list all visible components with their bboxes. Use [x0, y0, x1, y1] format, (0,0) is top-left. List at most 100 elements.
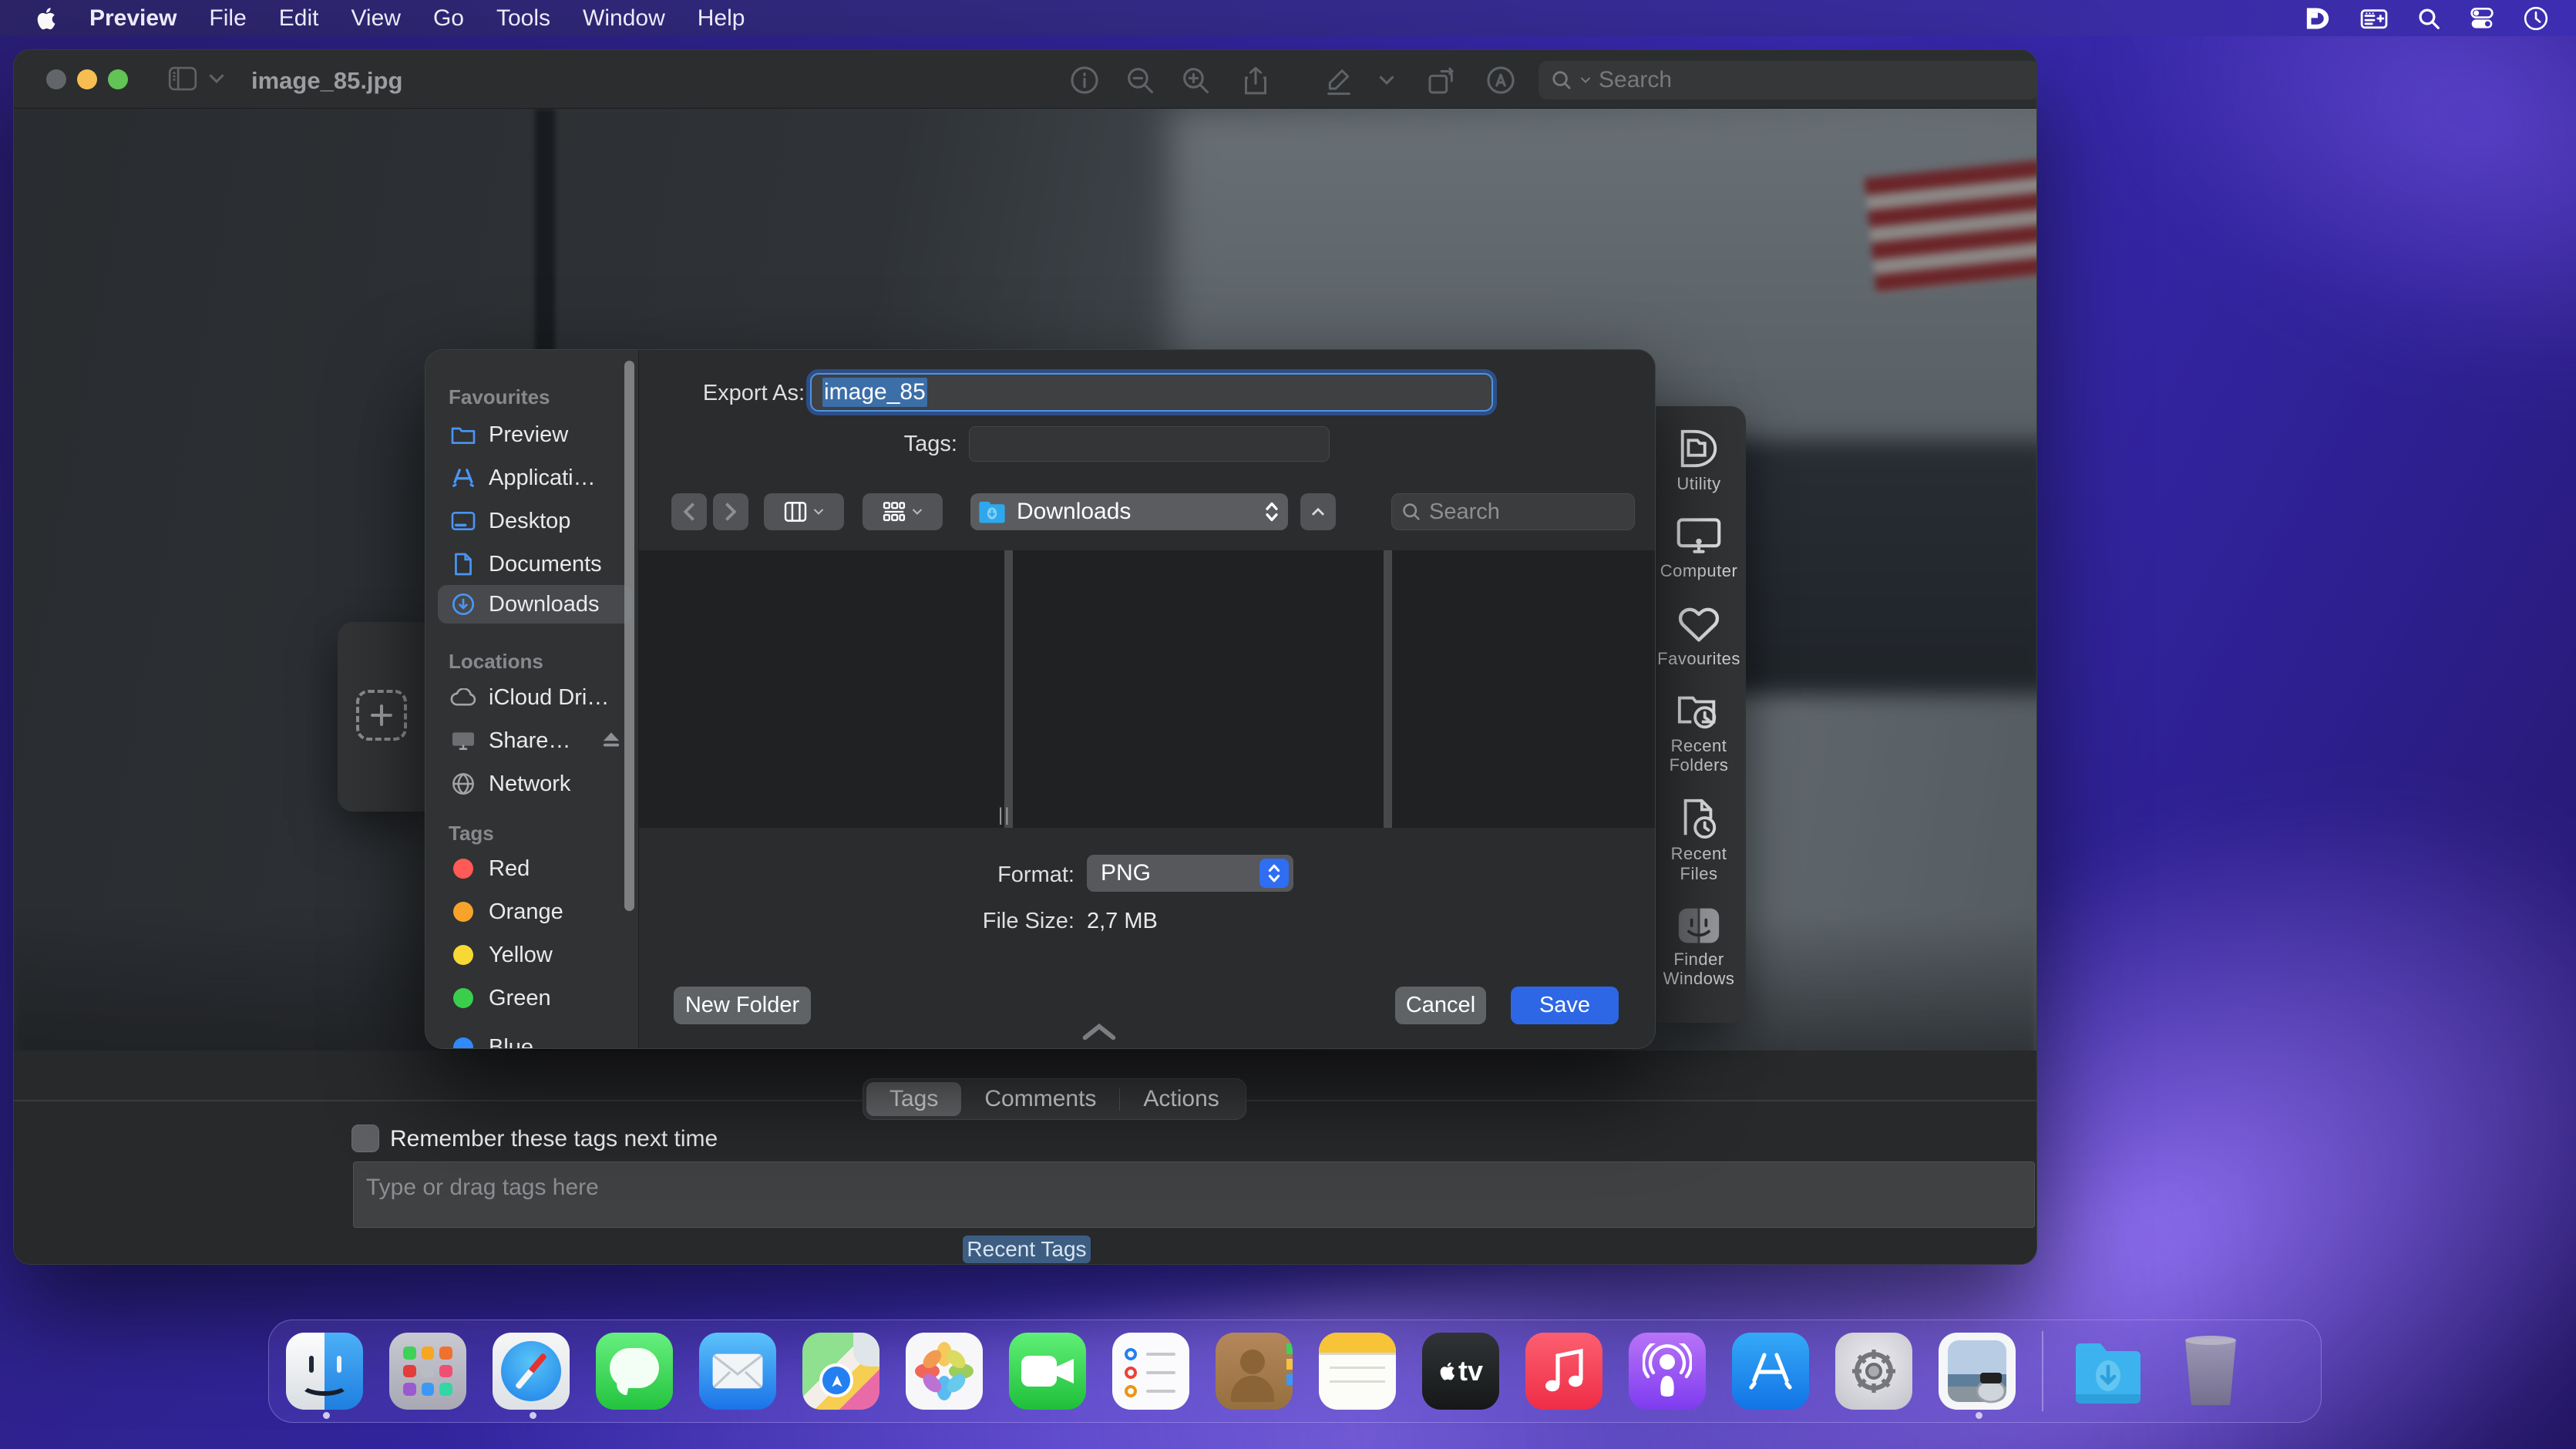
annotate-icon[interactable] [1486, 66, 1515, 99]
dock-mail-icon[interactable] [699, 1333, 776, 1410]
menu-edit[interactable]: Edit [279, 5, 319, 32]
dock-music-icon[interactable] [1525, 1333, 1602, 1410]
forward-button[interactable] [713, 493, 748, 530]
panel-item-utility[interactable]: Utility [1656, 428, 1742, 493]
panel-item-computer[interactable]: Computer [1656, 516, 1742, 580]
view-mode-button[interactable] [764, 493, 844, 530]
new-folder-button[interactable]: New Folder [674, 987, 811, 1024]
panel-item-recent-folders[interactable]: Recent Folders [1656, 691, 1742, 775]
input-source-icon[interactable] [2360, 7, 2388, 30]
popup-stepper-icon [1263, 500, 1280, 523]
tag-color-dot [450, 902, 476, 922]
dock-facetime-icon[interactable] [1009, 1333, 1086, 1410]
dock-photos-icon[interactable] [906, 1333, 983, 1410]
dock-utility-menu-icon[interactable] [2305, 7, 2331, 30]
recent-folders-icon [1676, 691, 1721, 731]
sheet-collapse-chevron-icon[interactable] [1082, 1024, 1116, 1044]
menu-window[interactable]: Window [583, 5, 665, 32]
dock-podcasts-icon[interactable] [1629, 1333, 1706, 1410]
format-popup[interactable]: PNG [1087, 855, 1293, 892]
column-divider[interactable] [1004, 550, 1013, 828]
rotate-icon[interactable] [1426, 66, 1457, 100]
column-resize-handle-icon[interactable]: || [998, 805, 1011, 826]
add-favourite-drop-target[interactable] [356, 690, 407, 741]
menu-help[interactable]: Help [698, 5, 745, 32]
chevron-down-icon[interactable] [1378, 75, 1395, 89]
collapse-browser-button[interactable] [1300, 493, 1336, 530]
sidebar-item-preview[interactable]: Preview [438, 415, 632, 454]
sidebar-item-label: Orange [489, 899, 563, 925]
tags-field[interactable] [969, 426, 1330, 462]
eject-icon[interactable] [601, 728, 621, 754]
zoom-button[interactable] [108, 69, 128, 89]
save-button[interactable]: Save [1511, 987, 1619, 1024]
info-icon[interactable] [1070, 66, 1099, 99]
filename-field[interactable]: image_85 [810, 373, 1493, 412]
clock-menu-icon[interactable] [2524, 6, 2548, 31]
recent-tags-button[interactable]: Recent Tags [963, 1236, 1091, 1263]
dock-downloads-stack-icon[interactable] [2070, 1333, 2147, 1410]
sidebar-item-label: Preview [489, 422, 568, 448]
plus-icon [368, 702, 395, 728]
menu-tools[interactable]: Tools [496, 5, 550, 32]
share-icon[interactable] [1241, 66, 1270, 100]
dock-safari-icon[interactable] [493, 1333, 570, 1410]
sidebar-item-icloud[interactable]: iCloud Dri… [438, 678, 632, 717]
chevron-down-icon[interactable] [208, 73, 225, 88]
column-divider[interactable] [1384, 550, 1392, 828]
minimize-button[interactable] [77, 69, 97, 89]
remember-tags-checkbox[interactable] [351, 1125, 379, 1152]
cancel-button[interactable]: Cancel [1395, 987, 1486, 1024]
sidebar-item-downloads[interactable]: Downloads [438, 585, 632, 624]
dock-preview-icon[interactable] [1939, 1333, 2016, 1410]
apple-logo-icon[interactable] [35, 6, 55, 31]
sidebar-item-shared[interactable]: Share… [438, 721, 632, 760]
panel-item-favourites[interactable]: Favourites [1656, 604, 1742, 668]
dock-system-settings-icon[interactable] [1835, 1333, 1912, 1410]
sidebar-tag-green[interactable]: Green [438, 979, 632, 1017]
dock-apple-tv-icon[interactable]: tv [1422, 1333, 1499, 1410]
spotlight-search-icon[interactable] [2417, 7, 2440, 30]
sidebar-scrollbar[interactable] [624, 361, 634, 911]
dock-trash-icon[interactable] [2173, 1333, 2250, 1410]
window-search-field[interactable]: Search [1539, 61, 2037, 99]
dock-finder-icon[interactable] [286, 1333, 363, 1410]
group-button[interactable] [863, 493, 943, 530]
dock-app-store-icon[interactable] [1732, 1333, 1809, 1410]
sidebar-tag-orange[interactable]: Orange [438, 893, 632, 931]
dock-notes-icon[interactable] [1319, 1333, 1396, 1410]
back-button[interactable] [671, 493, 707, 530]
sidebar-item-network[interactable]: Network [438, 765, 632, 803]
dock-launchpad-icon[interactable] [389, 1333, 466, 1410]
panel-item-recent-files[interactable]: Recent Files [1656, 798, 1742, 883]
tab-tags[interactable]: Tags [866, 1082, 961, 1116]
dock-contacts-icon[interactable] [1216, 1333, 1293, 1410]
tab-actions[interactable]: Actions [1120, 1082, 1242, 1116]
sidebar-item-applications[interactable]: Applicati… [438, 459, 632, 497]
markup-pencil-icon[interactable] [1324, 66, 1354, 100]
menu-view[interactable]: View [351, 5, 400, 32]
file-column-browser[interactable]: || [639, 550, 1656, 828]
group-by-icon [883, 501, 906, 523]
sidebar-item-documents[interactable]: Documents [438, 545, 632, 583]
zoom-out-icon[interactable] [1125, 66, 1155, 99]
sidebar-tag-yellow[interactable]: Yellow [438, 936, 632, 974]
location-popup[interactable]: Downloads [970, 493, 1288, 530]
tags-input-field[interactable]: Type or drag tags here [353, 1162, 2035, 1228]
dock-reminders-icon[interactable] [1112, 1333, 1189, 1410]
control-center-icon[interactable] [2470, 7, 2494, 30]
menu-go[interactable]: Go [433, 5, 464, 32]
menu-file[interactable]: File [209, 5, 246, 32]
zoom-in-icon[interactable] [1181, 66, 1210, 99]
close-button[interactable] [46, 69, 66, 89]
sheet-search-field[interactable]: Search [1391, 493, 1635, 530]
tab-comments[interactable]: Comments [961, 1082, 1119, 1116]
dock-maps-icon[interactable] [802, 1333, 879, 1410]
sidebar-tag-red[interactable]: Red [438, 849, 632, 888]
sidebar-toggle-icon[interactable] [168, 66, 197, 96]
panel-item-finder-windows[interactable]: Finder Windows [1656, 906, 1742, 989]
menu-app-name[interactable]: Preview [89, 5, 177, 32]
export-save-sheet: Favourites Preview Applicati… Desktop Do… [425, 349, 1656, 1049]
sidebar-tag-blue[interactable]: Blue [438, 1028, 632, 1049]
dock-messages-icon[interactable] [596, 1333, 673, 1410]
